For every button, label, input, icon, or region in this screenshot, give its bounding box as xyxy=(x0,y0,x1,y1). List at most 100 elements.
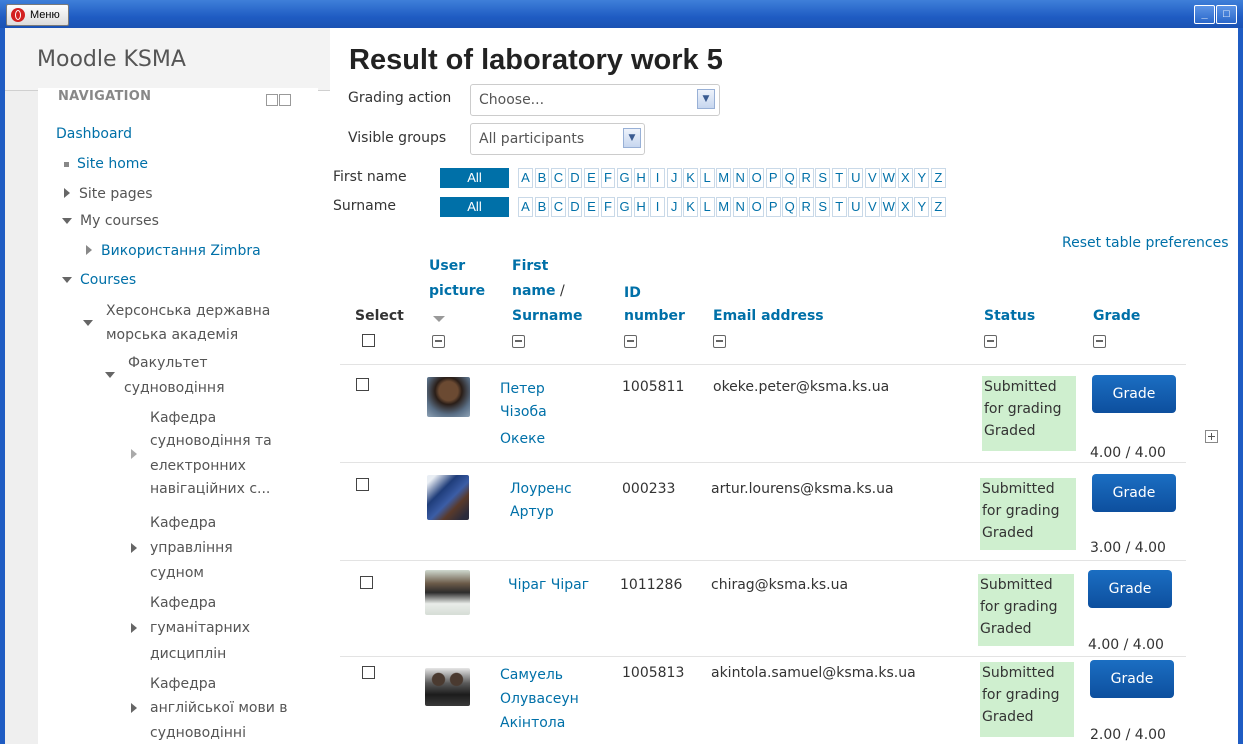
dock-block-icon[interactable] xyxy=(279,94,291,106)
first-name-letter[interactable]: O xyxy=(749,168,765,188)
first-name-letter[interactable]: X xyxy=(897,168,913,188)
first-name-header[interactable]: name / xyxy=(512,280,565,302)
surname-letter[interactable]: H xyxy=(633,197,649,217)
first-name-header-l2[interactable]: name xyxy=(512,283,556,299)
surname-letter[interactable]: Z xyxy=(930,197,946,217)
first-name-letter[interactable]: C xyxy=(551,168,566,188)
collapse-column-icon[interactable] xyxy=(512,335,525,348)
user-first-name[interactable]: Лоуренс xyxy=(510,478,572,500)
user-avatar[interactable] xyxy=(427,377,470,417)
first-name-letter[interactable]: E xyxy=(584,168,599,188)
grade-button[interactable]: Grade xyxy=(1092,375,1176,413)
first-name-all-button[interactable]: All xyxy=(440,168,509,188)
user-avatar[interactable] xyxy=(425,668,470,706)
id-number-header-l2[interactable]: number xyxy=(624,305,685,327)
grade-button[interactable]: Grade xyxy=(1088,570,1172,608)
nav-dept1-l4[interactable]: навігаційних с... xyxy=(150,478,270,501)
nav-dept1-l2[interactable]: судноводіння та xyxy=(150,430,272,453)
first-name-letter[interactable]: N xyxy=(732,168,748,188)
first-name-letter[interactable]: M xyxy=(716,168,732,188)
surname-letter[interactable]: U xyxy=(848,197,864,217)
user-surname[interactable]: Акінтола xyxy=(500,712,565,734)
nav-course-zimbra[interactable]: Використання Zimbra xyxy=(86,240,261,263)
surname-letter[interactable]: C xyxy=(551,197,566,217)
collapse-column-icon[interactable] xyxy=(713,335,726,348)
nav-site-pages[interactable]: Site pages xyxy=(64,183,153,206)
surname-header[interactable]: Surname xyxy=(512,305,582,327)
surname-letter[interactable]: F xyxy=(600,197,616,217)
first-name-letter[interactable]: K xyxy=(683,168,699,188)
first-name-letter[interactable]: I xyxy=(650,168,666,188)
grading-action-select[interactable]: Choose... ▼ xyxy=(470,84,720,116)
surname-letter[interactable]: L xyxy=(699,197,715,217)
first-name-letter[interactable]: F xyxy=(600,168,616,188)
first-name-letter[interactable]: U xyxy=(848,168,864,188)
first-name-letter[interactable]: L xyxy=(699,168,715,188)
nav-dept1-l3[interactable]: електронних xyxy=(150,455,246,478)
collapse-block-icon[interactable] xyxy=(266,94,278,106)
first-name-letter[interactable]: R xyxy=(798,168,814,188)
collapse-column-icon[interactable] xyxy=(624,335,637,348)
first-name-letter[interactable]: Z xyxy=(930,168,946,188)
nav-faculty-l1[interactable]: Факультет xyxy=(128,352,208,375)
surname-letter[interactable]: Q xyxy=(782,197,798,217)
row-select-checkbox[interactable] xyxy=(360,576,373,589)
grade-button[interactable]: Grade xyxy=(1092,474,1176,512)
nav-dept4-l3[interactable]: судноводінні xyxy=(150,722,246,745)
surname-letter[interactable]: N xyxy=(732,197,748,217)
user-first-name[interactable]: Петер xyxy=(500,378,545,400)
first-name-letter[interactable]: T xyxy=(831,168,847,188)
surname-letter[interactable]: M xyxy=(716,197,732,217)
nav-dept3-l1[interactable]: Кафедра xyxy=(150,592,216,615)
first-name-letter[interactable]: A xyxy=(518,168,533,188)
surname-letter[interactable]: A xyxy=(518,197,533,217)
nav-dept1-l1[interactable]: Кафедра xyxy=(150,407,216,430)
user-avatar[interactable] xyxy=(425,570,470,615)
nav-dept4-l1[interactable]: Кафедра xyxy=(150,673,216,696)
minimize-icon[interactable]: _ xyxy=(1194,5,1215,24)
surname-letter[interactable]: E xyxy=(584,197,599,217)
email-header[interactable]: Email address xyxy=(713,305,824,327)
surname-letter[interactable]: D xyxy=(567,197,583,217)
expand-column-icon[interactable] xyxy=(1205,430,1218,443)
surname-letter[interactable]: S xyxy=(815,197,831,217)
first-name-letter[interactable]: S xyxy=(815,168,831,188)
user-full-name[interactable]: Чіраг Чіраг xyxy=(508,574,589,596)
id-number-header-l1[interactable]: ID xyxy=(624,282,641,304)
first-name-letter[interactable]: Y xyxy=(914,168,930,188)
nav-academy-l1[interactable]: Херсонська державна xyxy=(106,300,270,323)
surname-letter[interactable]: P xyxy=(765,197,781,217)
nav-faculty-l2[interactable]: судноводіння xyxy=(124,377,225,400)
user-middle-name[interactable]: Олувасеун xyxy=(500,688,579,710)
collapse-column-icon[interactable] xyxy=(1093,335,1106,348)
surname-letter[interactable]: T xyxy=(831,197,847,217)
grade-button[interactable]: Grade xyxy=(1090,660,1174,698)
nav-my-courses[interactable]: My courses xyxy=(62,210,159,233)
user-avatar[interactable] xyxy=(427,475,469,520)
first-name-header-l1[interactable]: First xyxy=(512,255,548,277)
user-middle-name[interactable]: Чізоба xyxy=(500,401,547,423)
surname-letter[interactable]: W xyxy=(881,197,897,217)
grade-header[interactable]: Grade xyxy=(1093,305,1140,327)
nav-courses[interactable]: Courses xyxy=(62,269,136,292)
surname-letter[interactable]: X xyxy=(897,197,913,217)
first-name-letter[interactable]: B xyxy=(534,168,550,188)
site-brand[interactable]: Moodle KSMA xyxy=(37,47,186,72)
first-name-letter[interactable]: W xyxy=(881,168,897,188)
surname-letter[interactable]: B xyxy=(534,197,550,217)
collapse-column-icon[interactable] xyxy=(432,335,445,348)
surname-letter[interactable]: J xyxy=(666,197,682,217)
first-name-letter[interactable]: J xyxy=(666,168,682,188)
collapse-column-icon[interactable] xyxy=(984,335,997,348)
nav-academy-l2[interactable]: морська академія xyxy=(106,324,238,347)
visible-groups-select[interactable]: All participants ▼ xyxy=(470,123,645,155)
select-all-checkbox[interactable] xyxy=(362,334,375,347)
surname-letter[interactable]: R xyxy=(798,197,814,217)
nav-dept4-l2[interactable]: англійської мови в xyxy=(150,697,288,720)
nav-dept2-l2[interactable]: управління xyxy=(150,537,233,560)
row-select-checkbox[interactable] xyxy=(362,666,375,679)
first-name-letter[interactable]: V xyxy=(864,168,880,188)
user-surname[interactable]: Океке xyxy=(500,428,545,450)
row-select-checkbox[interactable] xyxy=(356,378,369,391)
user-picture-header-l1[interactable]: User xyxy=(429,255,465,277)
